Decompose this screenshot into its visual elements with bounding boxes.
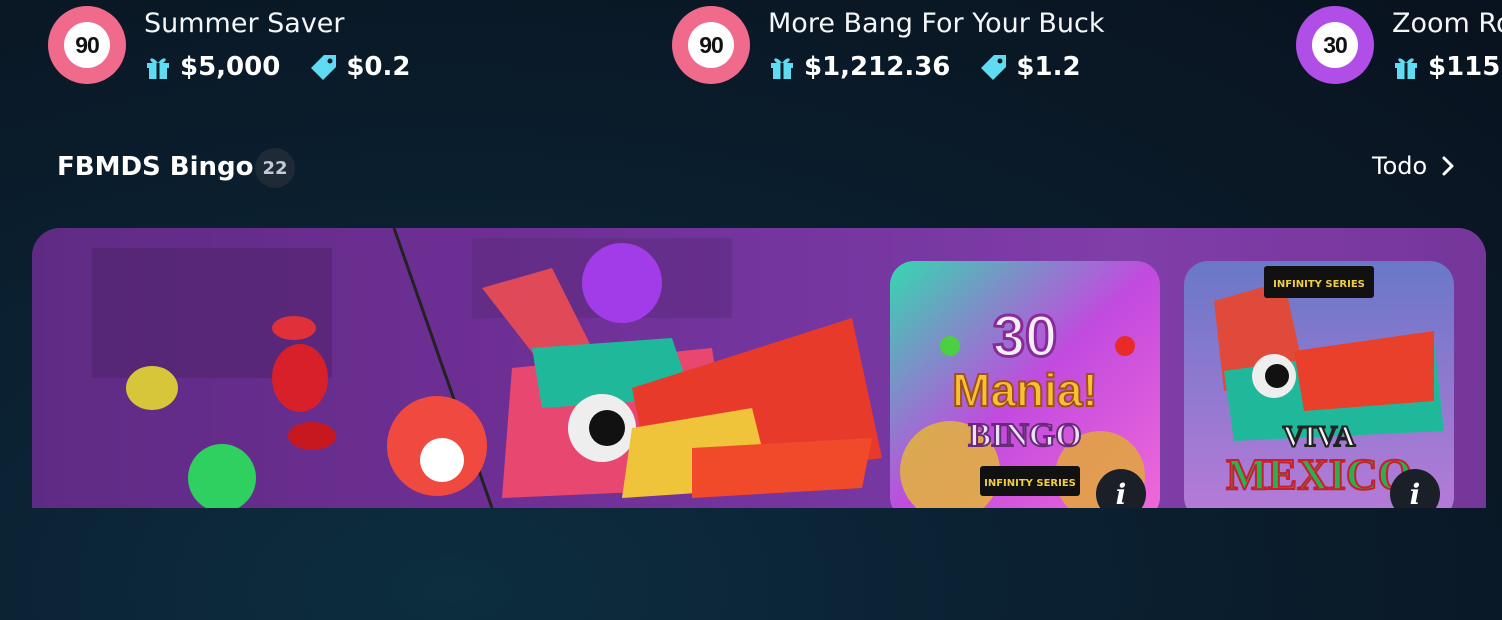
series-badge: INFINITY SERIES — [984, 478, 1076, 489]
section-title: FBMDS Bingo — [57, 152, 254, 182]
bingo-ball-icon: 90 — [672, 6, 750, 84]
featured-banner[interactable]: 30 Mania! BINGO INFINITY SERIES i INFINI… — [32, 228, 1486, 508]
chevron-right-icon — [1442, 156, 1454, 176]
prize-value: $1,212.36 — [804, 52, 951, 82]
game-title-line: Mania! — [952, 364, 1098, 416]
game-card-30-mania-bingo[interactable]: 30 Mania! BINGO INFINITY SERIES i — [890, 261, 1160, 508]
game-title-line: MEXICO — [1226, 450, 1412, 499]
see-all-link[interactable]: Todo — [1372, 152, 1455, 180]
gift-icon — [147, 58, 169, 79]
prize-value: $5,000 — [180, 52, 281, 82]
room-name: Summer Saver — [144, 8, 345, 39]
see-all-label: Todo — [1372, 152, 1428, 180]
room-card-zoom[interactable]: 30 Zoom Ro $115. — [1296, 0, 1502, 90]
ticket-price-value: $0.2 — [346, 52, 411, 82]
price-tag-icon — [311, 55, 337, 80]
room-card-more-bang[interactable]: 90 More Bang For Your Buck $1,212.36 $1.… — [672, 0, 1232, 90]
game-title-line: VIVA — [1283, 420, 1356, 453]
prize-value: $115. — [1428, 52, 1502, 82]
bingo-ball-icon: 90 — [48, 6, 126, 84]
room-card-summer-saver[interactable]: 90 Summer Saver $5,000 $0.2 — [48, 0, 608, 90]
game-count-badge: 22 — [255, 148, 295, 188]
series-badge: INFINITY SERIES — [1273, 279, 1365, 290]
gift-icon — [771, 58, 793, 79]
game-title-line: 30 — [993, 304, 1058, 369]
bingo-ball-icon: 30 — [1296, 6, 1374, 84]
gift-icon — [1395, 58, 1417, 79]
room-name: Zoom Ro — [1392, 8, 1502, 39]
game-card-viva-mexico[interactable]: INFINITY SERIES VIVA MEXICO i — [1184, 261, 1454, 508]
room-name: More Bang For Your Buck — [768, 8, 1105, 39]
game-title-line: BINGO — [968, 417, 1081, 454]
price-tag-icon — [981, 55, 1007, 80]
ticket-price-value: $1.2 — [1016, 52, 1081, 82]
